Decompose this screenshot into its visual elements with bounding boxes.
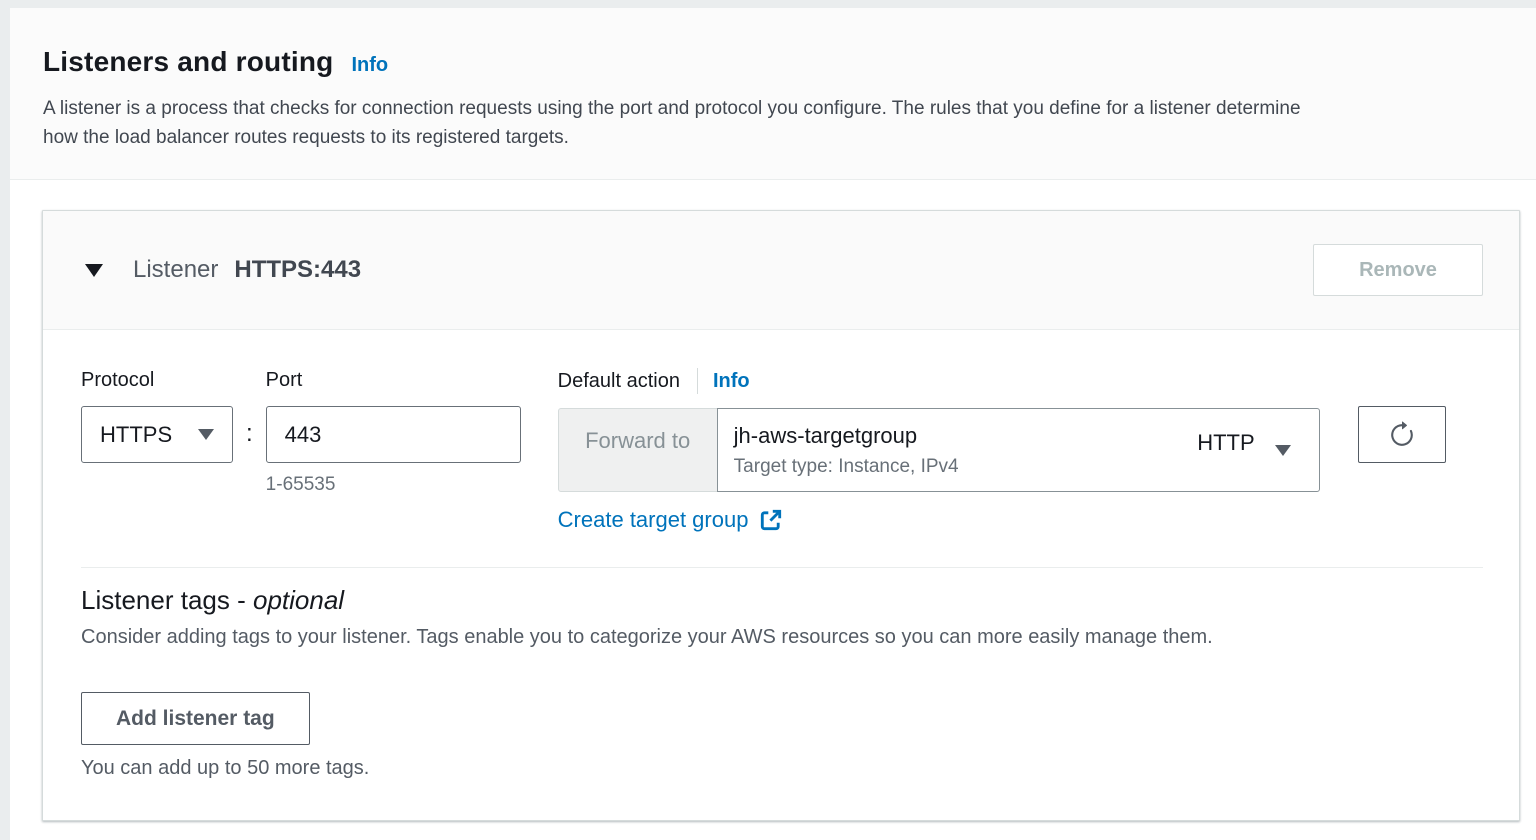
tags-heading-main: Listener tags - [81,585,253,615]
listener-card-body: Protocol HTTPS : Port 1-65535 Defa [43,330,1519,820]
listener-protocol-port: HTTPS:443 [234,256,361,284]
port-hint: 1-65535 [266,474,521,496]
section-description-line1: A listener is a process that checks for … [43,94,1503,123]
port-colon-separator: : [246,420,253,448]
listener-card: Listener HTTPS:443 Remove Protocol HTTPS… [42,210,1520,821]
section-info-link[interactable]: Info [351,54,388,77]
create-target-group-link[interactable]: Create target group [558,507,1321,533]
port-label: Port [266,368,521,392]
chevron-down-icon [1275,445,1291,456]
default-action-label: Default action [558,369,680,393]
target-group-name: jh-aws-targetgroup [734,423,959,449]
refresh-column [1358,368,1446,463]
port-input[interactable] [266,406,521,463]
chevron-down-icon [198,429,214,440]
default-action-field: Default action Info Forward to jh-aws-ta… [558,368,1321,533]
protocol-label: Protocol [81,368,233,392]
label-divider [697,368,698,394]
section-header: Listeners and routing Info A listener is… [10,8,1536,180]
target-group-select[interactable]: jh-aws-targetgroup Target type: Instance… [717,408,1320,492]
section-divider [81,567,1483,568]
listener-title-label: Listener [133,256,218,284]
protocol-select[interactable]: HTTPS [81,406,233,463]
remove-listener-button[interactable]: Remove [1313,244,1483,296]
protocol-selected-value: HTTPS [100,422,172,448]
collapse-caret-icon[interactable] [85,264,103,277]
section-description-line2: how the load balancer routes requests to… [43,123,1503,152]
tags-description: Consider adding tags to your listener. T… [81,626,1483,649]
forward-to-box: Forward to [558,408,718,492]
section-description: A listener is a process that checks for … [43,94,1503,152]
add-listener-tag-button[interactable]: Add listener tag [81,692,310,745]
page-title: Listeners and routing [43,46,333,78]
listener-card-header: Listener HTTPS:443 Remove [43,211,1519,330]
port-field: Port 1-65535 [266,368,521,496]
target-group-detail: Target type: Instance, IPv4 [734,456,959,478]
target-group-protocol: HTTP [1197,430,1254,456]
external-link-icon [759,508,783,532]
refresh-target-groups-button[interactable] [1358,406,1446,463]
create-target-group-label: Create target group [558,507,749,533]
tags-heading: Listener tags - optional [81,585,1483,616]
protocol-field: Protocol HTTPS [81,368,233,463]
tags-footer: You can add up to 50 more tags. [81,757,1483,780]
tags-heading-optional: optional [253,585,344,615]
listeners-and-routing-panel: Listeners and routing Info A listener is… [10,8,1536,840]
default-action-info-link[interactable]: Info [713,370,750,393]
refresh-icon [1388,421,1416,449]
